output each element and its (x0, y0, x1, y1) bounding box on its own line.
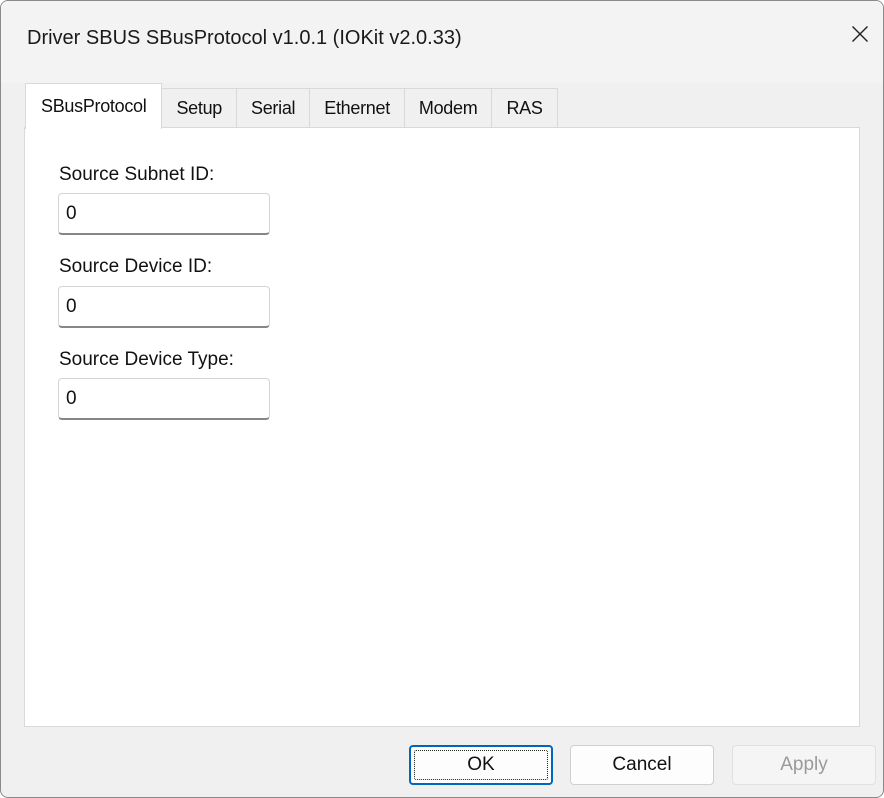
cancel-button-label: Cancel (612, 754, 672, 775)
tab-ras[interactable]: RAS (491, 88, 558, 128)
source-device-type-label: Source Device Type: (59, 349, 234, 370)
tab-strip: SBusProtocol Setup Serial Ethernet Modem… (25, 83, 558, 129)
tab-sbusprotocol[interactable]: SBusProtocol (25, 83, 163, 129)
title-bar: Driver SBUS SBusProtocol v1.0.1 (IOKit v… (1, 1, 883, 83)
ok-button[interactable]: OK (409, 745, 553, 785)
apply-button-label: Apply (780, 754, 828, 775)
source-device-id-label: Source Device ID: (59, 256, 213, 277)
source-subnet-id-label: Source Subnet ID: (59, 164, 215, 185)
cancel-button[interactable]: Cancel (570, 745, 714, 785)
window-title: Driver SBUS SBusProtocol v1.0.1 (IOKit v… (27, 27, 462, 49)
dialog-window: Driver SBUS SBusProtocol v1.0.1 (IOKit v… (0, 0, 884, 798)
sbusprotocol-panel: Source Subnet ID: Source Device ID: Sour… (24, 127, 860, 727)
close-button[interactable] (837, 13, 883, 59)
close-icon (851, 25, 869, 48)
ok-button-label: OK (467, 754, 495, 775)
source-device-type-input[interactable] (58, 378, 270, 420)
tab-ethernet[interactable]: Ethernet (309, 88, 405, 128)
source-device-id-input[interactable] (58, 286, 270, 328)
tab-serial[interactable]: Serial (236, 88, 311, 128)
tab-setup[interactable]: Setup (161, 88, 238, 128)
apply-button[interactable]: Apply (732, 745, 876, 785)
source-subnet-id-input[interactable] (58, 193, 270, 235)
tab-modem[interactable]: Modem (403, 88, 493, 128)
